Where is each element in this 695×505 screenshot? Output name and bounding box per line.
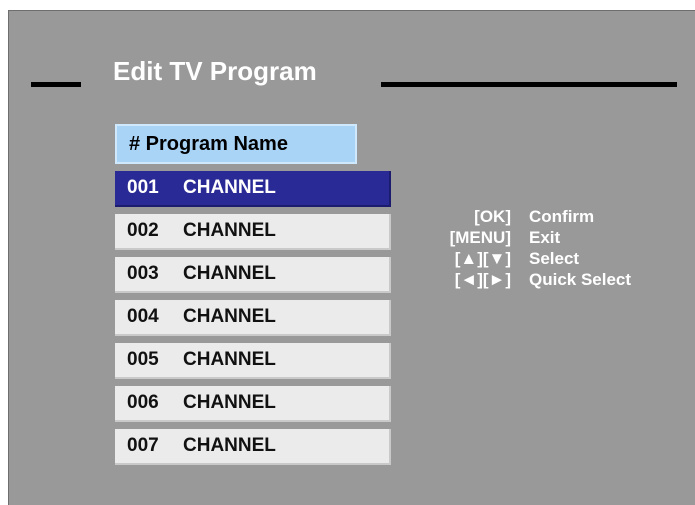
program-name: CHANNEL [183,392,276,413]
program-row-007[interactable]: 007 CHANNEL [115,429,391,465]
ok-key-label: [OK] [474,207,511,226]
program-name: CHANNEL [183,306,276,327]
program-row-002[interactable]: 002 CHANNEL [115,214,391,250]
program-number: 003 [127,263,159,284]
left-right-arrows-icon: [◄][►] [454,270,511,289]
program-row-001[interactable]: 001 CHANNEL [115,171,391,207]
program-number: 006 [127,392,159,413]
up-down-arrows-icon: [▲][▼] [454,249,511,268]
program-list-header: # Program Name [115,124,357,164]
program-row-006[interactable]: 006 CHANNEL [115,386,391,422]
program-name: CHANNEL [183,177,276,198]
program-row-003[interactable]: 003 CHANNEL [115,257,391,293]
program-list: 001 CHANNEL 002 CHANNEL 003 CHANNEL 004 … [115,171,391,472]
exit-action-label: Exit [529,228,561,247]
confirm-action-label: Confirm [529,207,595,226]
menu-key-label: [MENU] [449,228,511,247]
program-row-005[interactable]: 005 CHANNEL [115,343,391,379]
program-number: 005 [127,349,159,370]
tv-menu-screen: Edit TV Program # Program Name 001 CHANN… [8,10,695,505]
program-name: CHANNEL [183,435,276,456]
program-number: 004 [127,306,159,327]
program-name: CHANNEL [183,263,276,284]
program-number: 007 [127,435,159,456]
title-rule-left [31,82,81,87]
program-number: 001 [127,177,159,198]
program-number: 002 [127,220,159,241]
select-action-label: Select [529,249,580,268]
quick-select-action-label: Quick Select [529,270,632,289]
title-rule-right [381,82,677,87]
program-row-004[interactable]: 004 CHANNEL [115,300,391,336]
menu-title: Edit TV Program [113,56,317,86]
program-name: CHANNEL [183,220,276,241]
program-name: CHANNEL [183,349,276,370]
